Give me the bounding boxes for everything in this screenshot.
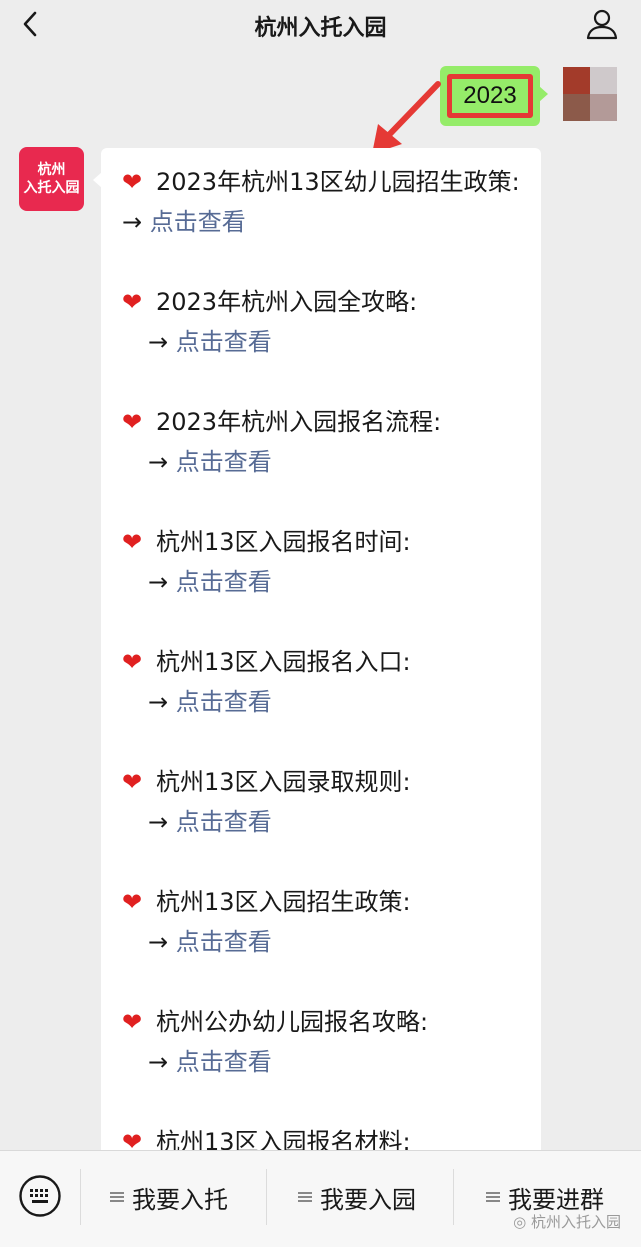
watermark: ◎ 杭州入托入园 [513, 1211, 621, 1232]
arrow-glyph: → [122, 208, 143, 236]
reply-list: ❤ 2023年杭州13区幼儿园招生政策: → 点击查看 ❤ 2023年杭州入园全攻略… [122, 162, 532, 1150]
reply-item: ❤ 2023年杭州入园全攻略: → 点击查看 [122, 282, 532, 362]
reply-item: ❤ 杭州13区入园报名入口: → 点击查看 [122, 642, 532, 722]
menu-item-label: 我要入园 [320, 1185, 416, 1214]
list-icon [486, 1192, 500, 1202]
bot-avatar-line2: 入托入园 [23, 180, 80, 196]
view-link[interactable]: 点击查看 [176, 568, 272, 596]
list-icon [110, 1192, 124, 1202]
reply-item-text: 杭州13区入园录取规则: [156, 768, 411, 796]
heart-icon: ❤ [122, 768, 143, 796]
heart-icon: ❤ [122, 288, 143, 316]
arrow-glyph: → [148, 328, 169, 356]
view-link[interactable]: 点击查看 [176, 1048, 272, 1076]
reply-item-text: 杭州13区入园报名材料: [156, 1128, 411, 1150]
reply-item-text: 2023年杭州入园全攻略: [156, 288, 418, 316]
reply-item-text: 杭州13区入园报名入口: [156, 648, 411, 676]
menu-item-enroll-nursery[interactable]: 我要入托 [110, 1177, 228, 1217]
person-icon[interactable] [585, 7, 619, 41]
sent-message-bubble[interactable]: 2023 [440, 66, 548, 126]
bottom-menu-bar: 我要入托 我要入园 我要进群 ◎ 杭州入托入园 [0, 1150, 641, 1247]
reply-item-text: 杭州公办幼儿园报名攻略: [156, 1008, 429, 1036]
reply-item: ❤ 杭州13区入园录取规则: → 点击查看 [122, 762, 532, 842]
arrow-glyph: → [148, 568, 169, 596]
wechat-icon: ◎ [513, 1213, 531, 1231]
arrow-glyph: → [148, 448, 169, 476]
watermark-text: 杭州入托入园 [530, 1213, 621, 1231]
keyboard-icon[interactable] [18, 1174, 62, 1218]
reply-item-text: 杭州13区入园招生政策: [156, 888, 411, 916]
user-avatar[interactable] [563, 67, 617, 121]
top-nav-bar: 杭州入托入园 [0, 0, 641, 50]
menu-item-enroll-kindergarten[interactable]: 我要入园 [298, 1177, 416, 1217]
reply-item: ❤ 杭州13区入园招生政策: → 点击查看 [122, 882, 532, 962]
bot-avatar[interactable]: 杭州 入托入园 [19, 147, 84, 211]
divider [266, 1169, 267, 1225]
view-link[interactable]: 点击查看 [176, 688, 272, 716]
arrow-glyph: → [148, 688, 169, 716]
arrow-glyph: → [148, 1048, 169, 1076]
heart-icon: ❤ [122, 168, 143, 196]
arrow-glyph: → [148, 808, 169, 836]
reply-item-text: 2023年杭州入园报名流程: [156, 408, 442, 436]
reply-item: ❤ 杭州13区入园报名时间: → 点击查看 [122, 522, 532, 602]
bot-avatar-line1: 杭州 [37, 162, 66, 178]
heart-icon: ❤ [122, 1128, 143, 1150]
list-icon [298, 1192, 312, 1202]
heart-icon: ❤ [122, 888, 143, 916]
reply-item-text: 杭州13区入园报名时间: [156, 528, 411, 556]
heart-icon: ❤ [122, 408, 143, 436]
heart-icon: ❤ [122, 648, 143, 676]
arrow-glyph: → [148, 928, 169, 956]
view-link[interactable]: 点击查看 [176, 448, 272, 476]
view-link[interactable]: 点击查看 [176, 808, 272, 836]
view-link[interactable]: 点击查看 [176, 328, 272, 356]
page-title: 杭州入托入园 [254, 16, 387, 41]
menu-item-label: 我要入托 [132, 1185, 228, 1214]
divider [80, 1169, 81, 1225]
reply-item: ❤ 2023年杭州入园报名流程: → 点击查看 [122, 402, 532, 482]
sent-message-text: 2023 [447, 74, 533, 118]
heart-icon: ❤ [122, 528, 143, 556]
divider [453, 1169, 454, 1225]
heart-icon: ❤ [122, 1008, 143, 1036]
view-link[interactable]: 点击查看 [150, 208, 246, 236]
received-message-bubble: ❤ 2023年杭州13区幼儿园招生政策: → 点击查看 ❤ 2023年杭州入园全攻略… [93, 148, 541, 1150]
reply-item: ❤ 2023年杭州13区幼儿园招生政策: → 点击查看 [122, 162, 532, 242]
view-link[interactable]: 点击查看 [176, 928, 272, 956]
reply-item: ❤ 杭州13区入园报名材料: [122, 1122, 532, 1150]
reply-item-text: 2023年杭州13区幼儿园招生政策: [156, 168, 520, 196]
menu-item-label: 我要进群 [508, 1185, 604, 1214]
chat-area[interactable]: 2023 杭州 入托入园 ❤ 2023年杭州13区幼儿园招生政策: → 点击查看 … [0, 50, 641, 1150]
reply-item: ❤ 杭州公办幼儿园报名攻略: → 点击查看 [122, 1002, 532, 1082]
